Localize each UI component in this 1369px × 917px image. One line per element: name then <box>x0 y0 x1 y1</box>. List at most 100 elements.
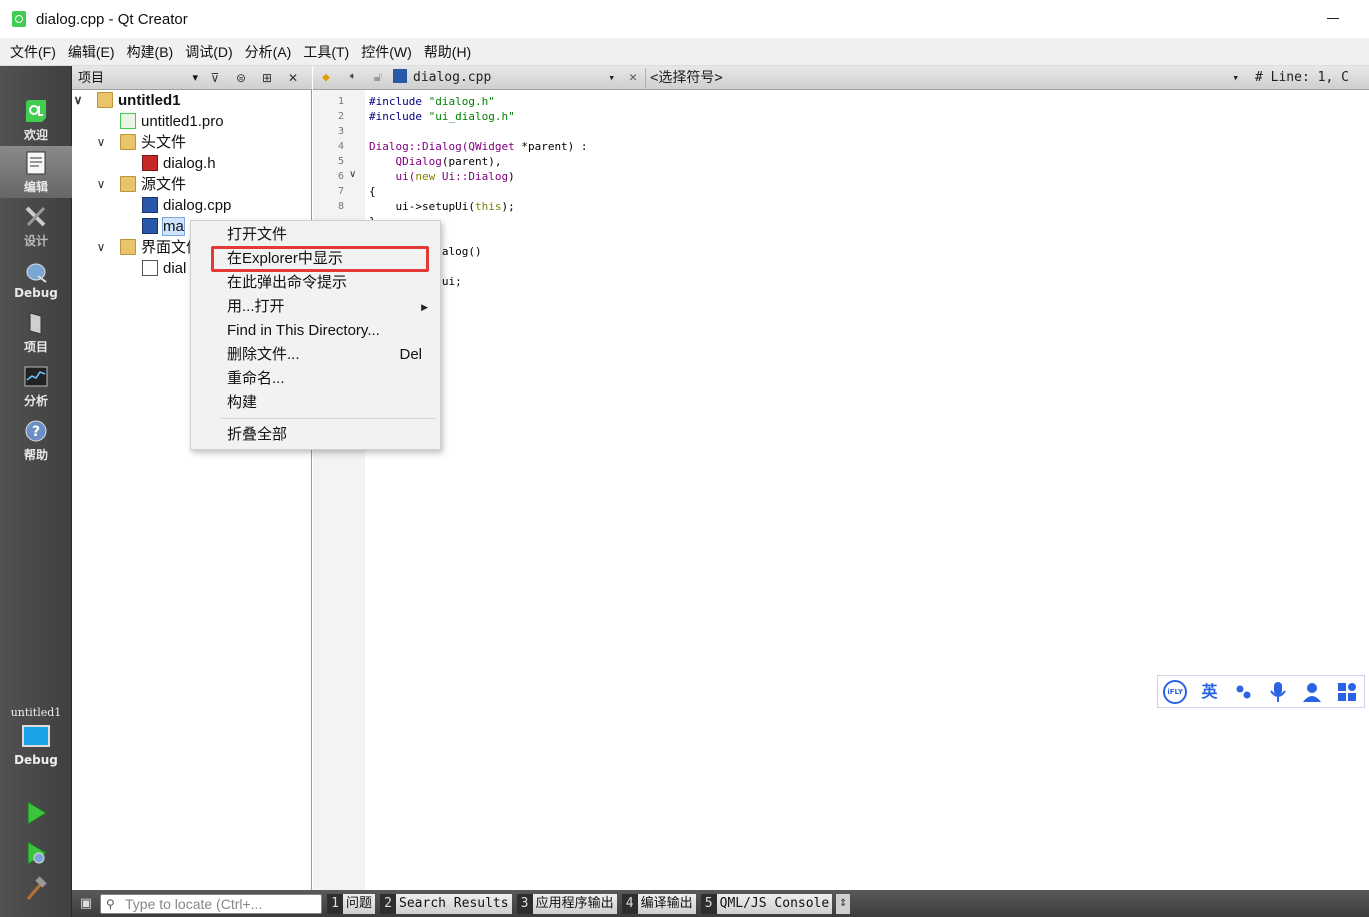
menu-file[interactable]: 文件(F) <box>4 38 62 66</box>
highlight-box <box>211 246 429 272</box>
microphone-icon[interactable] <box>1266 680 1290 704</box>
mode-label-analyze: 分析 <box>23 394 48 408</box>
output-pane-application-output[interactable]: 3 应用程序输出 <box>516 893 617 914</box>
line-number: 2 <box>337 111 344 122</box>
tree-item-source-file-main[interactable]: ma <box>142 216 185 237</box>
tree-item-form-file[interactable]: dial <box>142 258 186 279</box>
tree-item-header-file[interactable]: dialog.h <box>142 153 216 174</box>
menu-edit[interactable]: 编辑(E) <box>62 38 121 66</box>
go-back-icon[interactable]: ◆ <box>313 70 339 85</box>
collapse-arrow-icon[interactable]: ∨ <box>94 237 108 258</box>
menu-item-open-command-prompt[interactable]: 在此弹出命令提示 <box>227 272 347 294</box>
sync-link-icon[interactable]: ⊜ <box>228 67 254 89</box>
menu-item-collapse-all[interactable]: 折叠全部 <box>227 424 287 446</box>
output-pane-qml-console[interactable]: 5 QML/JS Console <box>700 893 833 914</box>
qt-creator-app-icon <box>12 11 26 27</box>
code-line: #include "dialog.h" <box>369 95 495 108</box>
menu-item-rename[interactable]: 重命名... <box>227 368 285 390</box>
locator-input[interactable]: ⚲ Type to locate (Ctrl+... <box>100 893 322 914</box>
submenu-arrow-icon: ▶ <box>421 302 428 312</box>
open-documents-combo[interactable]: dialog.cpp <box>391 68 621 88</box>
menu-item-find-in-directory[interactable]: Find in This Directory... <box>227 320 380 342</box>
tree-item-project-root[interactable]: ∨ untitled1 <box>74 90 181 111</box>
run-icon[interactable] <box>24 800 48 826</box>
menu-item-delete-file[interactable]: 删除文件... <box>227 344 300 366</box>
menu-widgets[interactable]: 控件(W) <box>355 38 418 66</box>
mode-edit[interactable]: 编辑 <box>0 146 72 198</box>
menu-tools[interactable]: 工具(T) <box>297 38 355 66</box>
tree-item-forms-folder[interactable]: ∨ 界面文件 <box>97 237 201 258</box>
pane-number: 1 <box>327 893 343 914</box>
tree-item-pro-file[interactable]: untitled1.pro <box>120 111 224 132</box>
kit-selector[interactable]: untitled1 Debug <box>0 706 72 767</box>
line-number: 8 <box>337 201 344 212</box>
close-pane-icon[interactable]: ✕ <box>280 67 306 89</box>
mode-help[interactable]: ? 帮助 <box>0 414 72 466</box>
pane-label: 应用程序输出 <box>532 893 617 914</box>
analyze-icon <box>24 366 48 387</box>
close-document-icon[interactable]: ✕ <box>621 70 645 85</box>
minimize-icon[interactable] <box>1327 18 1339 19</box>
tree-item-source-file-dialog[interactable]: dialog.cpp <box>142 195 231 216</box>
code-line: ui(new Ui::Dialog) <box>369 170 515 183</box>
output-pane-issues[interactable]: 1 问题 <box>327 893 376 914</box>
user-icon[interactable] <box>1300 680 1324 704</box>
tree-item-headers-folder[interactable]: ∨ 头文件 <box>97 132 186 153</box>
mode-label-edit: 编辑 <box>23 180 48 194</box>
debug-run-icon[interactable] <box>24 840 48 866</box>
build-hammer-icon[interactable] <box>24 876 48 902</box>
help-icon: ? <box>25 420 47 442</box>
ifly-logo-icon[interactable]: iFLY <box>1163 679 1188 704</box>
filter-icon[interactable]: ⊽ <box>202 67 228 89</box>
menu-item-open-file[interactable]: 打开文件 <box>227 224 287 246</box>
ime-language-toggle[interactable]: 英 <box>1197 680 1221 704</box>
headers-folder-icon <box>120 134 136 150</box>
title-bar: dialog.cpp - Qt Creator <box>0 0 1369 38</box>
mode-design[interactable]: 设计 <box>0 200 72 252</box>
design-tools-icon <box>25 206 46 227</box>
menu-analyze[interactable]: 分析(A) <box>239 38 298 66</box>
output-pane-search-results[interactable]: 2 Search Results <box>380 893 512 914</box>
project-view-combo[interactable]: 项目 <box>74 68 202 88</box>
pane-label: 问题 <box>343 893 376 914</box>
output-pane-compile-output[interactable]: 4 编译输出 <box>621 893 696 914</box>
menu-separator <box>221 418 436 419</box>
collapse-arrow-icon[interactable]: ∨ <box>94 174 108 195</box>
fold-arrow-icon[interactable]: ∨ <box>349 169 356 180</box>
pane-label: Search Results <box>396 893 512 914</box>
code-line: { <box>369 185 376 198</box>
symbol-combo[interactable]: <选择符号> <box>645 67 1245 88</box>
more-panes-icon[interactable]: ⇕ <box>836 893 851 914</box>
code-editor[interactable]: #include "dialog.h" #include "ui_dialog.… <box>365 90 1369 890</box>
menu-item-open-with[interactable]: 用...打开 <box>227 296 285 318</box>
code-line: #include "ui_dialog.h" <box>369 110 515 123</box>
split-icon[interactable]: ⊞ <box>254 67 280 89</box>
lock-icon: 🔓︎ <box>373 70 383 85</box>
menu-debug[interactable]: 调试(D) <box>179 38 238 66</box>
apps-grid-icon[interactable] <box>1335 680 1359 704</box>
monitor-icon <box>22 725 50 747</box>
menu-item-build[interactable]: 构建 <box>227 392 257 414</box>
punctuation-icon[interactable] <box>1232 680 1256 704</box>
menu-build[interactable]: 构建(B) <box>121 38 180 66</box>
tree-item-sources-folder[interactable]: ∨ 源文件 <box>97 174 186 195</box>
go-forward-icon[interactable]: ➧ <box>339 70 365 85</box>
status-bar: ▣ ⚲ Type to locate (Ctrl+... 1 问题 2 Search … <box>72 890 1369 917</box>
menu-help[interactable]: 帮助(H) <box>418 38 477 66</box>
line-number: 3 <box>337 126 344 137</box>
mode-label-debug: Debug <box>14 286 58 300</box>
kit-project-name: untitled1 <box>10 706 62 719</box>
mode-analyze[interactable]: 分析 <box>0 360 72 412</box>
mode-projects[interactable]: 项目 <box>0 306 72 358</box>
mode-debug[interactable]: Debug <box>0 254 72 306</box>
ui-form-file-icon <box>142 260 158 276</box>
toggle-sidebar-icon[interactable]: ▣ <box>72 890 100 917</box>
code-line: QDialog(parent), <box>395 155 502 168</box>
mode-label-welcome: 欢迎 <box>23 128 48 142</box>
collapse-arrow-icon[interactable]: ∨ <box>71 90 85 111</box>
project-folder-icon <box>97 92 113 108</box>
collapse-arrow-icon[interactable]: ∨ <box>94 132 108 153</box>
locator-placeholder: Type to locate (Ctrl+... <box>125 895 263 912</box>
window-title: dialog.cpp - Qt Creator <box>36 10 188 28</box>
mode-welcome[interactable]: 欢迎 <box>0 94 72 146</box>
